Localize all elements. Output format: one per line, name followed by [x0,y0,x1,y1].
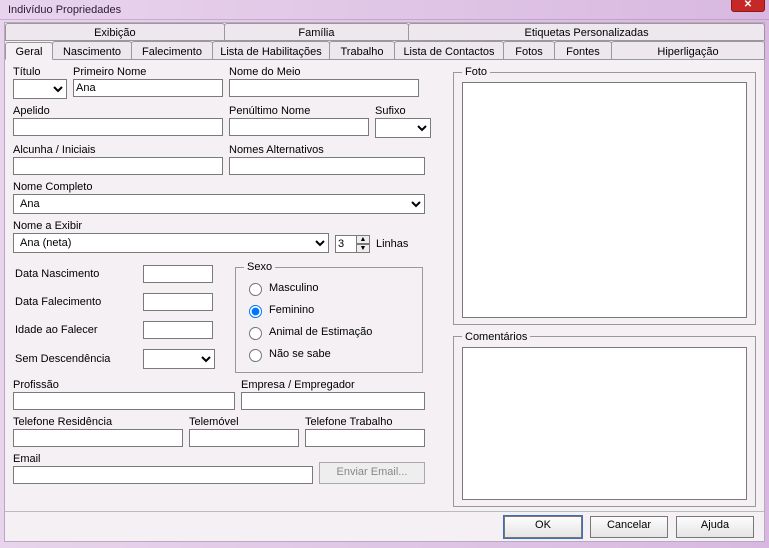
label-sufixo: Sufixo [375,105,431,117]
tab-habilitacoes[interactable]: Lista de Habilitações [212,41,330,59]
label-idade-falec: Idade ao Falecer [15,324,135,336]
primeiro-nome-input[interactable] [73,79,223,97]
label-penultimo: Penúltimo Nome [229,105,369,117]
label-alcunha: Alcunha / Iniciais [13,144,223,156]
sexo-masc-radio[interactable] [249,283,262,296]
foto-group: Foto [453,66,756,325]
tab-fotos[interactable]: Fotos [503,41,555,59]
label-data-nasc: Data Nascimento [15,268,135,280]
cancel-button[interactable]: Cancelar [590,516,668,538]
label-tel-trab: Telefone Trabalho [305,416,425,428]
nome-completo-select[interactable]: Ana [13,194,425,214]
spinner-up-icon[interactable]: ▲ [356,235,370,244]
label-data-falec: Data Falecimento [15,296,135,308]
window-title: Indivíduo Propriedades [8,4,121,16]
titulo-select[interactable] [13,79,67,99]
label-tel-mov: Telemóvel [189,416,299,428]
label-comentarios: Comentários [462,331,530,343]
profissao-input[interactable] [13,392,235,410]
tab-exibicao[interactable]: Exibição [5,23,225,40]
linhas-spinner[interactable]: ▲ ▼ [335,235,370,253]
help-button[interactable]: Ajuda [676,516,754,538]
tab-familia[interactable]: Família [224,23,409,40]
label-empresa: Empresa / Empregador [241,379,425,391]
label-sexo: Sexo [244,261,275,273]
nome-exibir-select[interactable]: Ana (neta) [13,233,329,253]
label-tel-res: Telefone Residência [13,416,183,428]
label-nome-exibir: Nome a Exibir [13,220,329,232]
sufixo-select[interactable] [375,118,431,138]
tab-trabalho[interactable]: Trabalho [329,41,395,59]
close-button[interactable]: ✕ [731,0,765,12]
data-nasc-input[interactable] [143,265,213,283]
empresa-input[interactable] [241,392,425,410]
foto-area[interactable] [462,82,747,318]
label-primeiro-nome: Primeiro Nome [73,66,223,78]
tel-trab-input[interactable] [305,429,425,447]
label-titulo: Título [13,66,67,78]
tab-geral[interactable]: Geral [5,42,53,60]
tel-mov-input[interactable] [189,429,299,447]
label-foto: Foto [462,66,490,78]
dialog-button-bar: OK Cancelar Ajuda [5,511,764,541]
label-nome-completo: Nome Completo [13,181,425,193]
label-profissao: Profissão [13,379,235,391]
tel-res-input[interactable] [13,429,183,447]
nomes-alt-input[interactable] [229,157,425,175]
tab-hiperligacao[interactable]: Hiperligação [611,41,765,59]
comentarios-group: Comentários [453,331,756,507]
sexo-group: Sexo Masculino Feminino Animal de Estima… [235,261,423,373]
idade-falec-input[interactable] [143,321,213,339]
tab-etiquetas[interactable]: Etiquetas Personalizadas [408,23,765,40]
sexo-fem-radio[interactable] [249,305,262,318]
linhas-input[interactable] [335,235,357,253]
comentarios-area[interactable] [462,347,747,500]
label-linhas: Linhas [376,238,408,253]
tab-fontes[interactable]: Fontes [554,41,612,59]
title-bar: Indivíduo Propriedades ✕ [0,0,769,20]
tab-nascimento[interactable]: Nascimento [52,41,132,59]
sem-desc-select[interactable] [143,349,215,369]
label-email: Email [13,453,313,465]
apelido-input[interactable] [13,118,223,136]
nome-meio-input[interactable] [229,79,419,97]
label-apelido: Apelido [13,105,223,117]
label-sem-desc: Sem Descendência [15,353,135,365]
penultimo-input[interactable] [229,118,369,136]
enviar-email-button: Enviar Email... [319,462,425,484]
sexo-naosabe-radio[interactable] [249,349,262,362]
tab-falecimento[interactable]: Falecimento [131,41,213,59]
sexo-animal-radio[interactable] [249,327,262,340]
email-input[interactable] [13,466,313,484]
ok-button[interactable]: OK [504,516,582,538]
data-falec-input[interactable] [143,293,213,311]
tab-contactos[interactable]: Lista de Contactos [394,41,504,59]
label-nomes-alt: Nomes Alternativos [229,144,425,156]
alcunha-input[interactable] [13,157,223,175]
tab-strip: Exibição Família Etiquetas Personalizada… [5,23,764,60]
spinner-down-icon[interactable]: ▼ [356,244,370,253]
label-nome-meio: Nome do Meio [229,66,419,78]
